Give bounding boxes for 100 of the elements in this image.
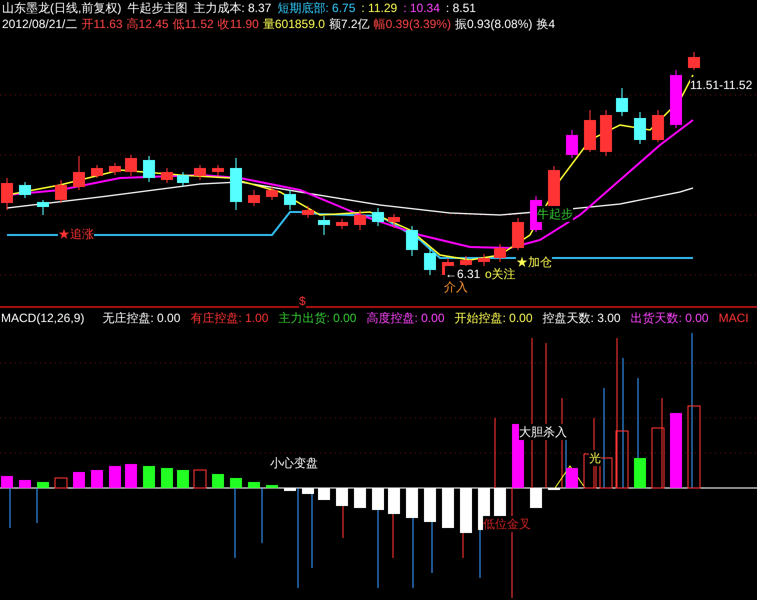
macd-bar (73, 472, 85, 488)
quote-text: 开11.63 (81, 16, 123, 32)
candlestick (512, 218, 524, 250)
macd-title: MACD(12,26,9) (1, 310, 84, 326)
macd-bar (109, 466, 121, 488)
signal-label: o关注 (485, 266, 516, 282)
candlestick (600, 110, 612, 156)
candlestick (266, 186, 278, 200)
candlestick (688, 52, 700, 70)
indicator-value: 无庄控盘: 0.00 (102, 310, 180, 326)
candlestick (670, 70, 682, 128)
candlestick (616, 88, 628, 116)
signal-label: ★追涨 (58, 226, 94, 242)
macd-bar (161, 468, 173, 488)
macd-bar (177, 470, 189, 488)
candlestick (354, 210, 366, 230)
candlestick (230, 158, 242, 210)
signal-label: 低位金叉 (483, 516, 531, 532)
candlestick (494, 244, 506, 262)
macd-bar (302, 488, 314, 494)
header-text: 主力成本: 8.37 (193, 0, 272, 16)
quote-text: 高12.45 (126, 16, 169, 32)
macd-bar (406, 488, 418, 518)
quote-text: 低11.52 (172, 16, 214, 32)
indicator-value: 控盘天数: 3.00 (542, 310, 621, 326)
macd-bar (125, 464, 137, 488)
candlestick (73, 156, 85, 190)
indicator-value: 有庄控盘: 1.00 (190, 310, 268, 326)
macd-bar (318, 488, 330, 500)
candlestick (584, 110, 596, 152)
macd-bar (336, 488, 348, 506)
quote-text: 量601859.0 (262, 16, 325, 32)
macd-bar (634, 458, 646, 488)
macd-bar (212, 474, 224, 488)
macd-bar (460, 488, 472, 533)
candlestick (161, 168, 173, 184)
macd-bar (652, 428, 664, 488)
candlestick (37, 200, 49, 216)
macd-bar (194, 470, 206, 488)
signal-label: ★加仓 (516, 254, 552, 270)
macd-bar (424, 488, 436, 522)
quote-text: 振0.93(8.08%) (454, 16, 532, 32)
candlestick (388, 214, 400, 228)
header-text: : 10.34 (403, 0, 440, 16)
candlestick (212, 164, 224, 176)
macd-bar (143, 466, 155, 488)
macd-bar (230, 478, 242, 488)
signal-label: 大胆杀入 (519, 424, 567, 440)
candlestick (248, 190, 260, 206)
candlestick (55, 180, 67, 204)
macd-bar (616, 430, 628, 488)
quote-text: 换4 (536, 16, 556, 32)
candlestick (406, 226, 418, 256)
macd-bar (354, 488, 366, 508)
macd-bar (54, 478, 68, 488)
candlestick (478, 254, 490, 266)
candlestick (318, 216, 330, 236)
macd-bar (284, 488, 296, 491)
signal-label: $ (299, 293, 306, 309)
macd-bar (91, 470, 103, 488)
macd-bar (566, 468, 578, 488)
indicator-value: 开始控盘: 0.00 (454, 310, 533, 326)
macd-bar (442, 488, 454, 528)
macd-bar (388, 488, 400, 514)
quote-text: 2012/08/21/二 (2, 16, 78, 32)
candlestick (109, 162, 121, 176)
candlestick (336, 218, 348, 230)
candlestick (177, 172, 189, 186)
signal-label: 小心变盘 (270, 455, 318, 471)
candlestick (143, 156, 155, 182)
header-text: : 8.51 (446, 0, 476, 16)
indicator-value: 高度控盘: 0.00 (366, 310, 444, 326)
candlestick (372, 208, 384, 226)
header-text: 短期底部: 6.75 (277, 0, 356, 16)
candlestick (424, 248, 436, 276)
macd-bar (600, 458, 612, 488)
candlestick (1, 178, 13, 210)
header-text: 山东墨龙(日线,前复权) (2, 0, 122, 16)
candlestick (652, 110, 664, 142)
indicator-value: 主力出货: 0.00 (278, 310, 356, 326)
macd-bar (248, 482, 260, 488)
macd-bar (37, 482, 49, 488)
macd-bar (266, 485, 278, 488)
macd-bar (372, 488, 384, 510)
candlestick (302, 206, 314, 218)
header-text: : 11.29 (361, 0, 398, 16)
candlestick (566, 130, 578, 158)
quote-text: 额7.2亿 (328, 16, 370, 32)
quote-text: 收11.90 (218, 16, 259, 32)
candlestick (284, 190, 296, 210)
candlestick (19, 182, 31, 198)
quote-text: 幅0.39(3.39%) (374, 16, 451, 32)
indicator-value: 出货天数: 0.00 (630, 310, 709, 326)
signal-line (36, 488, 38, 524)
candlestick (194, 164, 206, 180)
candlestick (125, 154, 137, 176)
signal-label: 光 (589, 450, 601, 466)
header-text: 牛起步主图 (127, 0, 188, 16)
macd-bar (530, 488, 542, 508)
macd-bar (1, 476, 13, 488)
